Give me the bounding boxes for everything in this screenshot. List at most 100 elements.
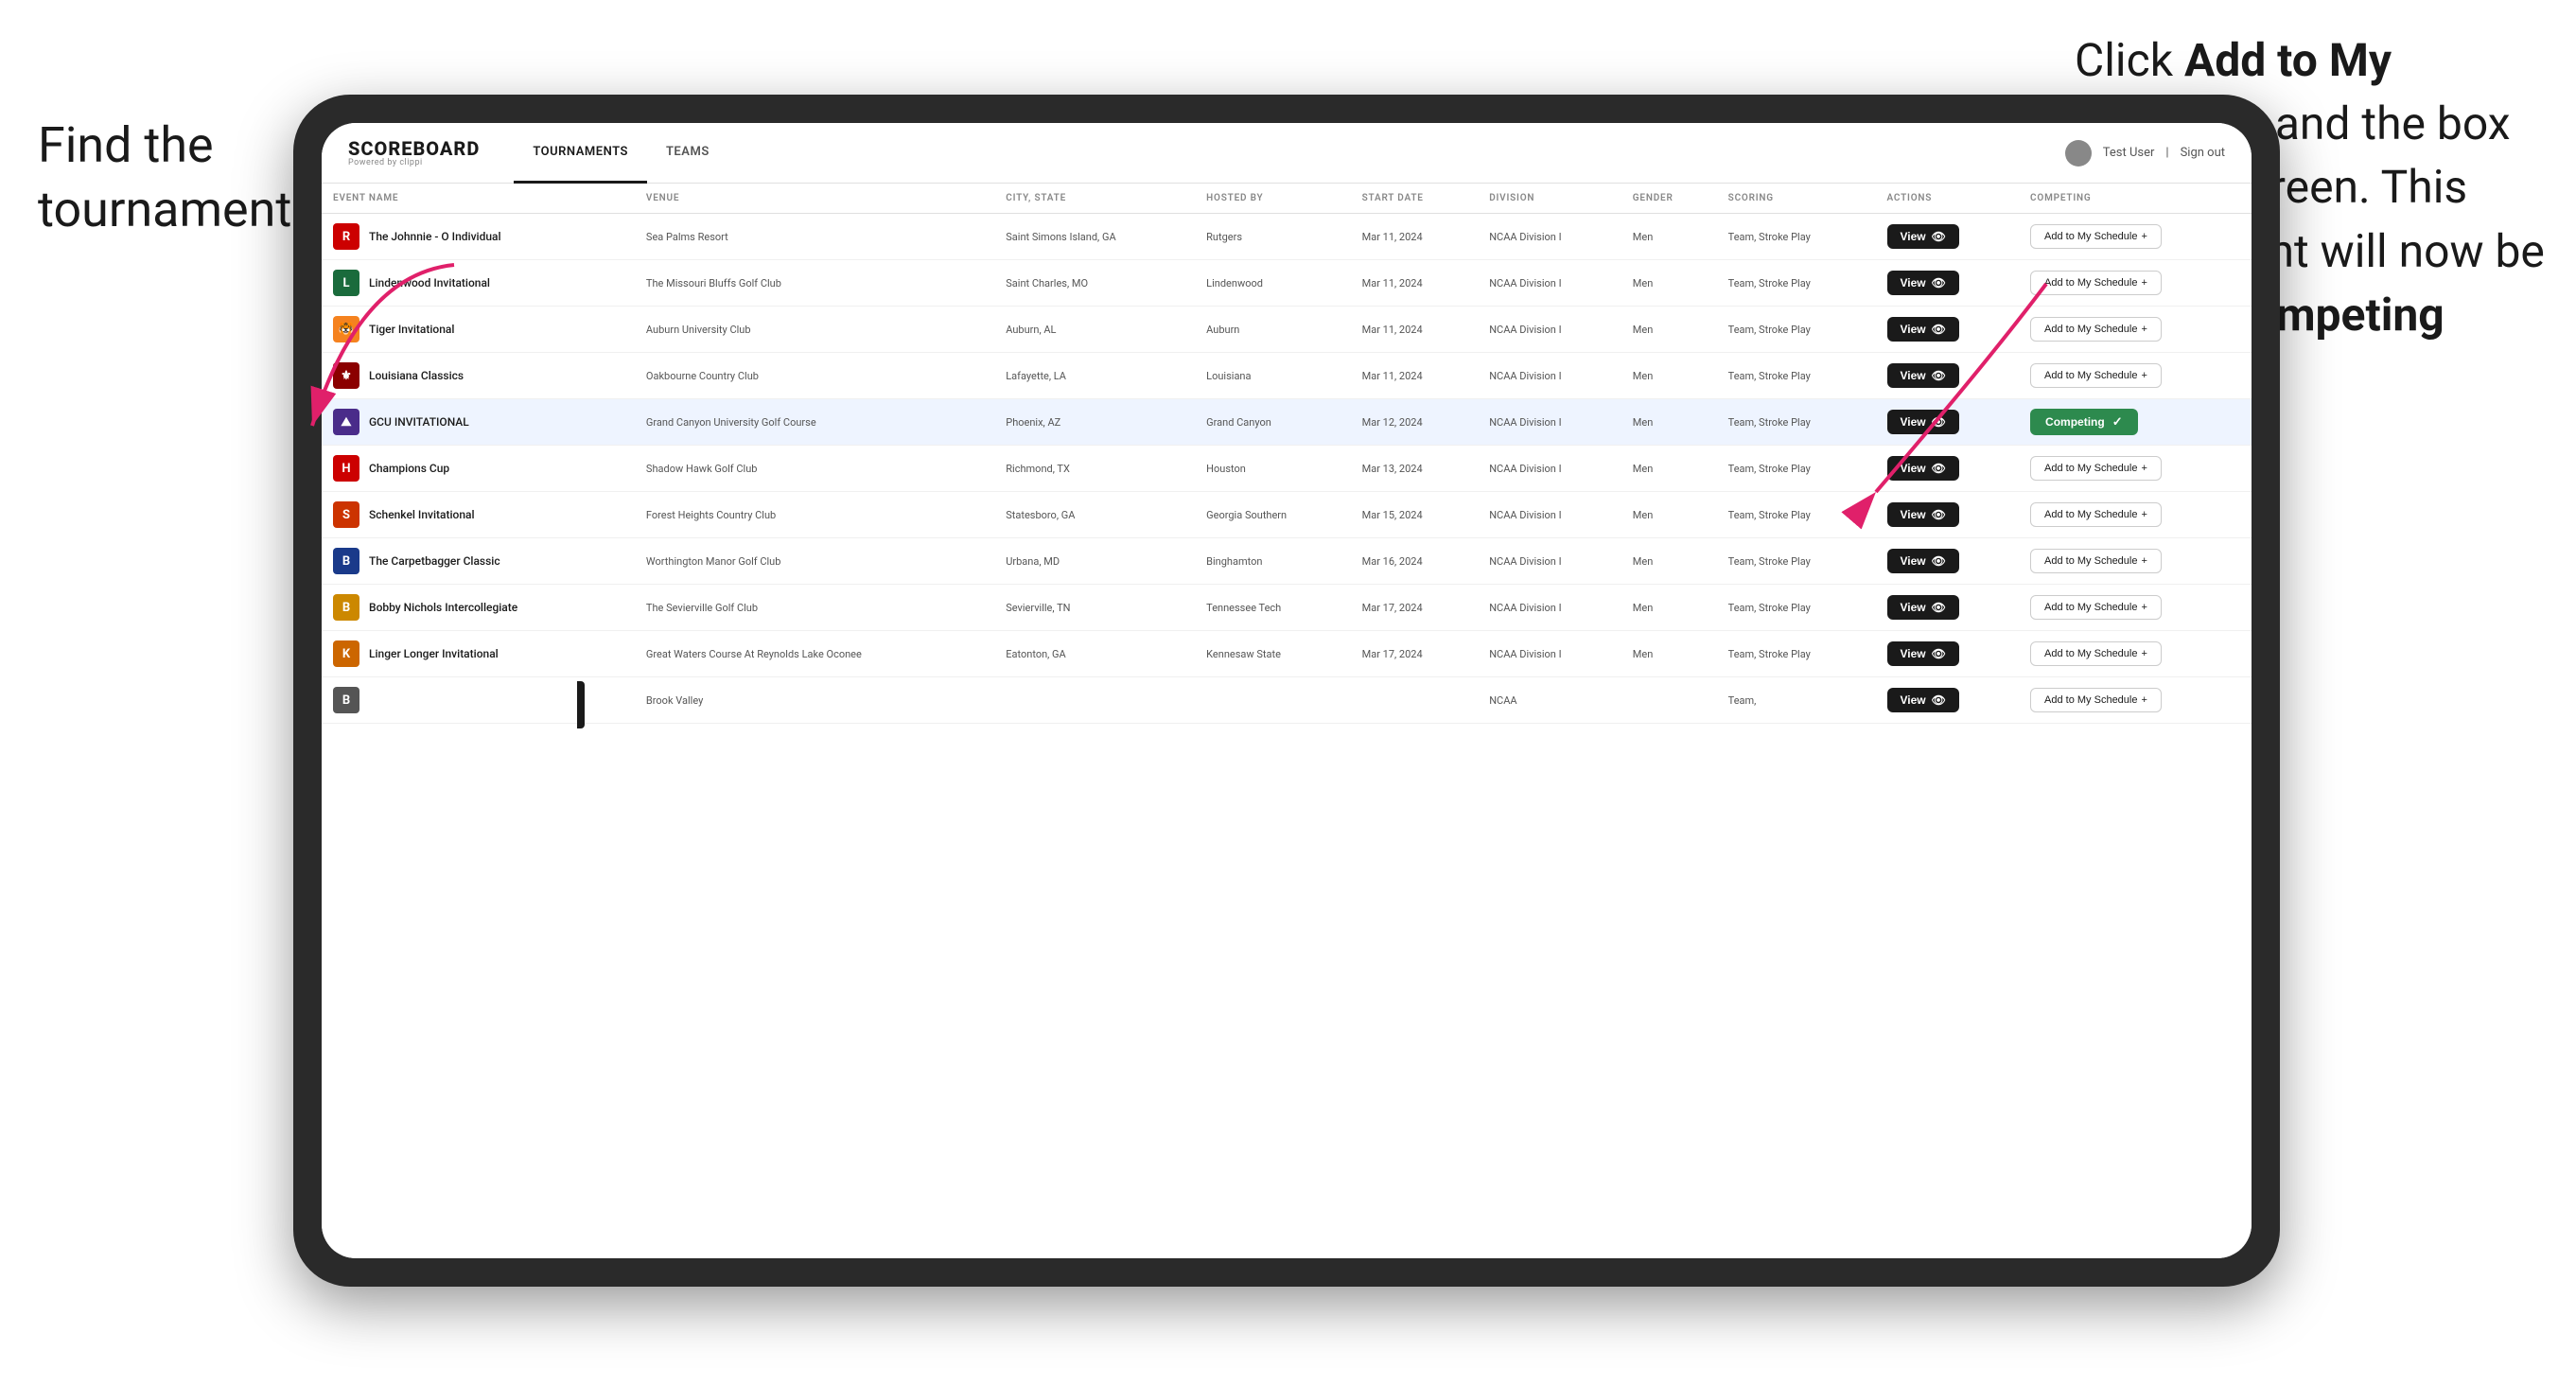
cell-division: NCAA Division I bbox=[1478, 307, 1621, 353]
add-to-schedule-button[interactable]: Add to My Schedule + bbox=[2030, 317, 2162, 342]
cell-venue: Shadow Hawk Golf Club bbox=[635, 446, 994, 492]
event-name: GCU INVITATIONAL bbox=[369, 415, 469, 429]
cell-division: NCAA Division I bbox=[1478, 631, 1621, 677]
event-name: The Carpetbagger Classic bbox=[369, 554, 500, 568]
team-logo: B bbox=[333, 594, 359, 621]
team-logo: H bbox=[333, 455, 359, 482]
event-name-cell: RThe Johnnie - O Individual bbox=[322, 214, 635, 260]
actions-cell: View 👁 bbox=[1876, 446, 2020, 492]
cell-scoring: Team, Stroke Play bbox=[1717, 307, 1876, 353]
view-button[interactable]: View 👁 bbox=[1887, 502, 1959, 527]
cell-gender bbox=[1621, 677, 1717, 724]
actions-cell: View 👁 bbox=[1876, 353, 2020, 399]
view-button[interactable]: View 👁 bbox=[1887, 456, 1959, 481]
cell-venue: Grand Canyon University Golf Course bbox=[635, 399, 994, 446]
event-name-cell: ⚜Louisiana Classics bbox=[322, 353, 635, 399]
cell-start-date bbox=[1351, 677, 1479, 724]
add-to-schedule-button[interactable]: Add to My Schedule + bbox=[2030, 456, 2162, 481]
nav-tabs: TOURNAMENTS TEAMS bbox=[514, 123, 727, 184]
cell-division: NCAA bbox=[1478, 677, 1621, 724]
cell-scoring: Team, Stroke Play bbox=[1717, 214, 1876, 260]
cell-scoring: Team, Stroke Play bbox=[1717, 631, 1876, 677]
table-row: 🐯Tiger InvitationalAuburn University Clu… bbox=[322, 307, 2252, 353]
event-name: Tiger Invitational bbox=[369, 323, 454, 336]
cell-venue: The Sevierville Golf Club bbox=[635, 585, 994, 631]
competing-cell: Add to My Schedule + bbox=[2019, 214, 2252, 260]
team-logo: 🐯 bbox=[333, 316, 359, 342]
competing-cell: Add to My Schedule + bbox=[2019, 585, 2252, 631]
add-to-schedule-button[interactable]: Add to My Schedule + bbox=[2030, 502, 2162, 527]
event-name-cell: SSchenkel Invitational bbox=[322, 492, 635, 538]
view-button[interactable]: View 👁 bbox=[1887, 317, 1959, 342]
cell-start-date: Mar 12, 2024 bbox=[1351, 399, 1479, 446]
cell-city-state: Statesboro, GA bbox=[994, 492, 1195, 538]
cell-start-date: Mar 11, 2024 bbox=[1351, 214, 1479, 260]
app-header: SCOREBOARD Powered by clippi TOURNAMENTS… bbox=[322, 123, 2252, 184]
cell-start-date: Mar 11, 2024 bbox=[1351, 307, 1479, 353]
sign-out-link[interactable]: Sign out bbox=[2181, 146, 2225, 160]
view-button[interactable]: View 👁 bbox=[1887, 688, 1959, 712]
separator: | bbox=[2165, 146, 2168, 160]
user-name: Test User bbox=[2103, 146, 2155, 160]
add-to-schedule-button[interactable]: Add to My Schedule + bbox=[2030, 641, 2162, 666]
event-name-cell: KLinger Longer Invitational bbox=[322, 631, 635, 677]
logo-title: SCOREBOARD bbox=[348, 139, 480, 158]
table-row: ⚜Louisiana ClassicsOakbourne Country Clu… bbox=[322, 353, 2252, 399]
actions-cell: View 👁 bbox=[1876, 492, 2020, 538]
competing-cell: Competing ✓ bbox=[2019, 399, 2252, 446]
event-name-cell: B The Carpetbagger Classic bbox=[322, 538, 635, 585]
col-hosted-by: HOSTED BY bbox=[1195, 184, 1350, 214]
cell-start-date: Mar 16, 2024 bbox=[1351, 538, 1479, 585]
cell-gender: Men bbox=[1621, 631, 1717, 677]
cell-city-state: Richmond, TX bbox=[994, 446, 1195, 492]
cell-hosted-by: Kennesaw State bbox=[1195, 631, 1350, 677]
table-container: EVENT NAME VENUE CITY, STATE HOSTED BY S… bbox=[322, 184, 2252, 1258]
cell-hosted-by: Lindenwood bbox=[1195, 260, 1350, 307]
team-logo: ⛰ bbox=[333, 409, 359, 435]
event-name: Linger Longer Invitational bbox=[369, 647, 499, 660]
tablet-screen: SCOREBOARD Powered by clippi TOURNAMENTS… bbox=[322, 123, 2252, 1258]
table-row: RThe Johnnie - O IndividualSea Palms Res… bbox=[322, 214, 2252, 260]
competing-button[interactable]: Competing ✓ bbox=[2030, 409, 2138, 435]
col-event-name: EVENT NAME bbox=[322, 184, 635, 214]
cell-start-date: Mar 17, 2024 bbox=[1351, 631, 1479, 677]
cell-gender: Men bbox=[1621, 260, 1717, 307]
add-to-schedule-button[interactable]: Add to My Schedule + bbox=[2030, 363, 2162, 388]
actions-cell: View 👁 bbox=[1876, 214, 2020, 260]
cell-division: NCAA Division I bbox=[1478, 353, 1621, 399]
add-to-schedule-button[interactable]: Add to My Schedule + bbox=[2030, 595, 2162, 620]
competing-cell: Add to My Schedule + bbox=[2019, 631, 2252, 677]
view-button[interactable]: View 👁 bbox=[1887, 641, 1959, 666]
cell-scoring: Team, Stroke Play bbox=[1717, 585, 1876, 631]
view-button[interactable]: View 👁 bbox=[1887, 363, 1959, 388]
add-to-schedule-button[interactable]: Add to My Schedule + bbox=[2030, 224, 2162, 249]
view-button[interactable]: View 👁 bbox=[1887, 271, 1959, 295]
team-logo: B bbox=[333, 548, 359, 574]
view-button[interactable]: View 👁 bbox=[1887, 549, 1959, 573]
actions-cell: View 👁 bbox=[1876, 585, 2020, 631]
nav-tab-teams[interactable]: TEAMS bbox=[647, 123, 728, 184]
view-button[interactable]: View 👁 bbox=[1887, 410, 1959, 434]
tablet-frame: SCOREBOARD Powered by clippi TOURNAMENTS… bbox=[293, 95, 2280, 1287]
cell-city-state: Phoenix, AZ bbox=[994, 399, 1195, 446]
add-to-schedule-button[interactable]: Add to My Schedule + bbox=[2030, 549, 2162, 573]
cell-gender: Men bbox=[1621, 353, 1717, 399]
cell-scoring: Team, Stroke Play bbox=[1717, 538, 1876, 585]
add-to-schedule-button[interactable]: Add to My Schedule + bbox=[2030, 271, 2162, 295]
cell-gender: Men bbox=[1621, 214, 1717, 260]
cell-venue: The Missouri Bluffs Golf Club bbox=[635, 260, 994, 307]
team-logo: ⚜ bbox=[333, 362, 359, 389]
nav-tab-tournaments[interactable]: TOURNAMENTS bbox=[514, 123, 647, 184]
competing-cell: Add to My Schedule + bbox=[2019, 353, 2252, 399]
cell-city-state: Auburn, AL bbox=[994, 307, 1195, 353]
cell-city-state: Eatonton, GA bbox=[994, 631, 1195, 677]
view-button[interactable]: View 👁 bbox=[1887, 595, 1959, 620]
tablet-side-button bbox=[577, 681, 585, 728]
view-button[interactable]: View 👁 bbox=[1887, 224, 1959, 249]
cell-start-date: Mar 11, 2024 bbox=[1351, 353, 1479, 399]
cell-scoring: Team, Stroke Play bbox=[1717, 446, 1876, 492]
header-right: Test User | Sign out bbox=[2065, 140, 2225, 167]
add-to-schedule-button[interactable]: Add to My Schedule + bbox=[2030, 688, 2162, 712]
event-name-cell: B bbox=[322, 677, 635, 724]
cell-scoring: Team, Stroke Play bbox=[1717, 353, 1876, 399]
